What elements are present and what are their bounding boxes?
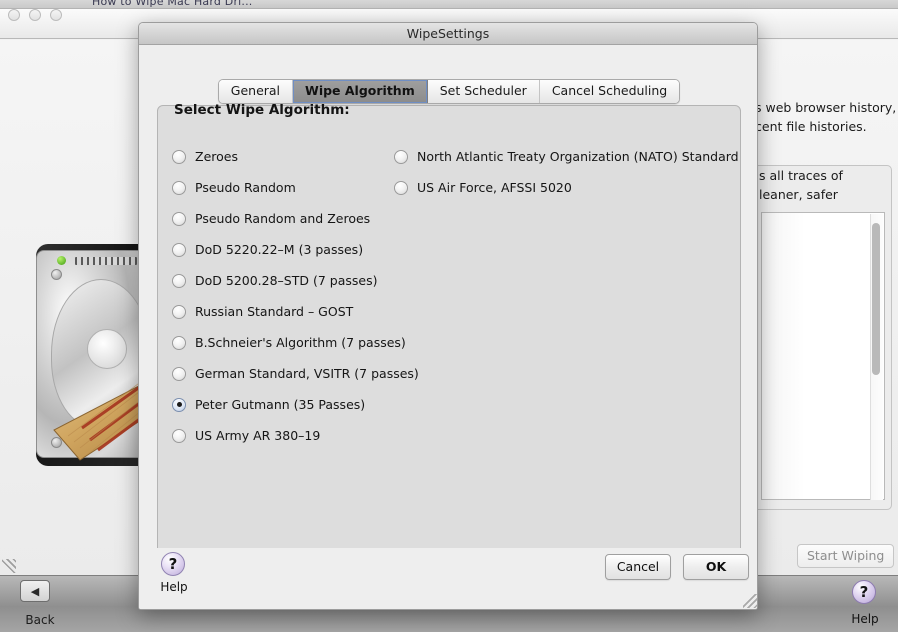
app-description-line: cent file histories. <box>755 119 867 134</box>
app-resize-grip[interactable] <box>2 559 16 573</box>
disk-led-icon <box>57 256 66 265</box>
radio-label: Peter Gutmann (35 Passes) <box>195 397 366 412</box>
help-icon[interactable]: ? <box>852 580 876 604</box>
radio-label: North Atlantic Treaty Organization (NATO… <box>417 149 739 164</box>
radio-label: DoD 5200.28–STD (7 passes) <box>195 273 378 288</box>
hard-disk-broom-illustration <box>28 240 196 470</box>
radio-icon[interactable] <box>394 149 408 164</box>
app-description-text: s web browser history, cent file histori… <box>755 98 898 136</box>
dialog-body: General Wipe Algorithm Set Scheduler Can… <box>139 45 757 609</box>
radio-option-dod-5200-28-std[interactable]: DoD 5200.28–STD (7 passes) <box>172 265 432 296</box>
minimize-icon[interactable] <box>29 9 41 21</box>
radio-label: DoD 5220.22–M (3 passes) <box>195 242 364 257</box>
tab-set-scheduler[interactable]: Set Scheduler <box>427 80 540 103</box>
browser-tab-title: How to Wipe Mac Hard Dri... <box>92 0 253 8</box>
app-description-line: s web browser history, <box>755 100 897 115</box>
radio-option-us-air-force-afssi-5020[interactable]: US Air Force, AFSSI 5020 <box>394 172 724 203</box>
scrollbar-thumb[interactable] <box>872 223 880 375</box>
radio-label: B.Schneier's Algorithm (7 passes) <box>195 335 406 350</box>
radio-option-zeroes[interactable]: Zeroes <box>172 141 432 172</box>
scrollbar-track[interactable] <box>870 214 883 500</box>
help-icon[interactable]: ? <box>161 552 185 576</box>
radio-icon[interactable] <box>394 180 408 195</box>
radio-label: Pseudo Random and Zeroes <box>195 211 371 226</box>
radio-option-us-army-ar-380-19[interactable]: US Army AR 380–19 <box>172 420 432 451</box>
close-icon[interactable] <box>8 9 20 21</box>
zoom-icon[interactable] <box>50 9 62 21</box>
tab-wipe-algorithm[interactable]: Wipe Algorithm <box>293 80 428 103</box>
disk-screw-icon <box>51 269 62 280</box>
app-side-panel-text: s all traces of leaner, safer <box>759 166 898 204</box>
back-button-label: Back <box>25 613 55 627</box>
radio-label: Russian Standard – GOST <box>195 304 354 319</box>
wipe-algorithm-radio-group-right: North Atlantic Treaty Organization (NATO… <box>394 141 739 203</box>
dialog-title: WipeSettings <box>406 26 490 41</box>
app-side-panel-line: leaner, safer <box>759 187 838 202</box>
cancel-button[interactable]: Cancel <box>605 554 671 580</box>
radio-icon[interactable] <box>172 242 186 257</box>
radio-option-pseudo-random-and-zeroes[interactable]: Pseudo Random and Zeroes <box>172 203 432 234</box>
app-listbox[interactable] <box>761 212 885 500</box>
radio-icon[interactable] <box>172 180 186 195</box>
tab-general[interactable]: General <box>218 80 294 103</box>
radio-option-peter-gutmann[interactable]: Peter Gutmann (35 Passes) <box>172 389 432 420</box>
radio-label: US Army AR 380–19 <box>195 428 321 443</box>
dialog-resize-grip[interactable] <box>743 594 757 608</box>
help-label: Help <box>851 612 879 626</box>
radio-icon[interactable] <box>172 273 186 288</box>
start-wiping-button[interactable]: Start Wiping <box>797 544 895 568</box>
help-label: Help <box>160 580 188 594</box>
radio-icon[interactable] <box>172 211 186 226</box>
radio-option-pseudo-random[interactable]: Pseudo Random <box>172 172 432 203</box>
wipe-settings-dialog: WipeSettings General Wipe Algorithm Set … <box>138 22 758 610</box>
tab-cancel-scheduling[interactable]: Cancel Scheduling <box>539 80 680 103</box>
disk-vents-icon <box>75 257 137 265</box>
dialog-titlebar[interactable]: WipeSettings <box>139 23 757 45</box>
radio-label: Zeroes <box>195 149 238 164</box>
radio-option-russian-standard-gost[interactable]: Russian Standard – GOST <box>172 296 432 327</box>
radio-icon[interactable] <box>172 366 186 381</box>
screen-root: How to Wipe Mac Hard Dri... s web browse… <box>0 0 898 632</box>
radio-icon[interactable] <box>172 335 186 350</box>
radio-label: German Standard, VSITR (7 passes) <box>195 366 419 381</box>
radio-option-bschneier-algorithm[interactable]: B.Schneier's Algorithm (7 passes) <box>172 327 432 358</box>
tab-group: General Wipe Algorithm Set Scheduler Can… <box>217 79 681 104</box>
back-arrow-icon: ◀ <box>30 584 40 598</box>
radio-label: Pseudo Random <box>195 180 296 195</box>
radio-icon[interactable] <box>172 304 186 319</box>
panel-heading: Select Wipe Algorithm: <box>174 102 350 118</box>
dialog-footer: ? Help Cancel OK <box>139 548 757 609</box>
back-button[interactable]: ◀ <box>20 580 50 602</box>
dialog-tabbar: General Wipe Algorithm Set Scheduler Can… <box>139 79 757 104</box>
ok-button[interactable]: OK <box>683 554 749 580</box>
app-side-panel-line: s all traces of <box>759 168 843 183</box>
radio-option-german-standard-vsitr[interactable]: German Standard, VSITR (7 passes) <box>172 358 432 389</box>
radio-icon[interactable] <box>172 428 186 443</box>
radio-icon[interactable] <box>172 149 186 164</box>
browser-tab-strip[interactable]: How to Wipe Mac Hard Dri... <box>0 0 898 9</box>
radio-label: US Air Force, AFSSI 5020 <box>417 180 572 195</box>
window-traffic-lights[interactable] <box>8 9 62 21</box>
app-side-panel: s all traces of leaner, safer <box>752 165 892 510</box>
wipe-algorithm-radio-group-left: Zeroes Pseudo Random Pseudo Random and Z… <box>172 141 432 451</box>
radio-icon-selected[interactable] <box>172 397 186 412</box>
radio-option-dod-5220-22-m[interactable]: DoD 5220.22–M (3 passes) <box>172 234 432 265</box>
radio-option-nato-standard[interactable]: North Atlantic Treaty Organization (NATO… <box>394 141 739 172</box>
